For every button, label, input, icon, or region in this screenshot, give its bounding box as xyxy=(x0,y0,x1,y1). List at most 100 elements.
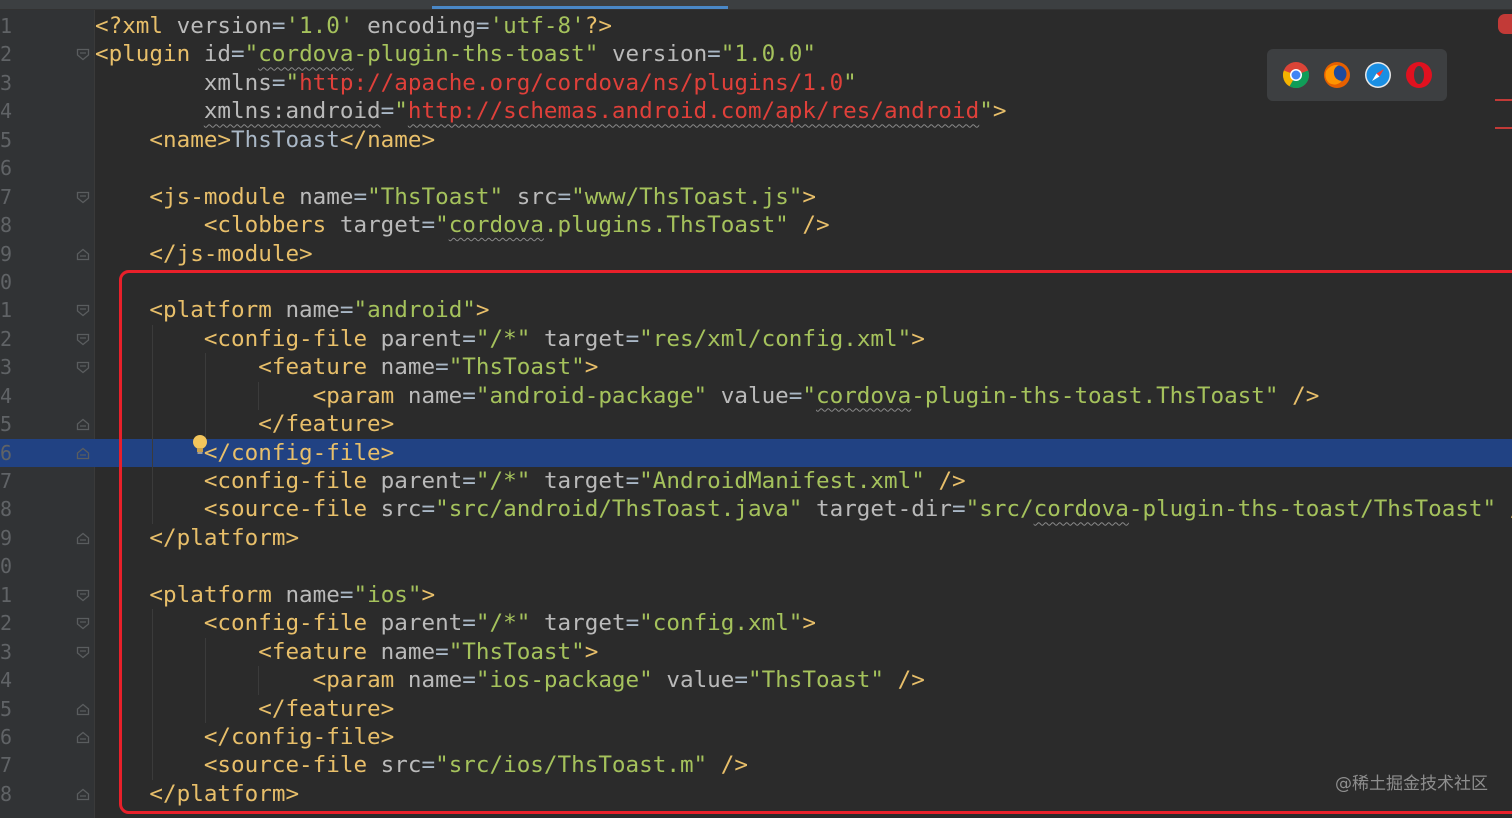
code-token: > xyxy=(992,98,1007,125)
code-line[interactable]: 5 <name>ThsToast</name> xyxy=(0,126,1512,154)
line-number: 0 xyxy=(0,554,13,579)
line-number: 4 xyxy=(0,668,13,693)
code-token: " xyxy=(285,69,300,96)
code-token: </name> xyxy=(339,126,436,153)
code-token: "ThsToast" xyxy=(367,183,504,210)
line-number: 3 xyxy=(0,70,13,95)
fold-toggle-icon[interactable] xyxy=(76,304,90,317)
editor-tab[interactable] xyxy=(0,0,430,9)
code-text[interactable]: <clobbers target="cordova.plugins.ThsToa… xyxy=(95,211,830,239)
opera-icon[interactable] xyxy=(1405,61,1433,89)
code-text[interactable]: xmlns:android="http://schemas.android.co… xyxy=(95,97,1007,125)
line-number: 3 xyxy=(0,639,13,664)
code-line[interactable]: 4 xmlns:android="http://schemas.android.… xyxy=(0,97,1512,125)
fold-toggle-icon[interactable] xyxy=(76,248,90,261)
code-token: = xyxy=(421,212,436,239)
error-marker[interactable] xyxy=(1495,99,1512,101)
line-number: 9 xyxy=(0,241,13,266)
code-text[interactable]: <name>ThsToast</name> xyxy=(95,126,435,154)
fold-toggle-icon[interactable] xyxy=(76,703,90,716)
fold-toggle-icon[interactable] xyxy=(76,418,90,431)
code-line[interactable]: 1 <?xml version='1.0' encoding='utf-8'?> xyxy=(0,12,1512,40)
fold-toggle-icon[interactable] xyxy=(76,191,90,204)
error-indicator-icon[interactable] xyxy=(1498,14,1512,34)
code-token: xmlns:android xyxy=(203,98,381,125)
safari-icon[interactable] xyxy=(1364,61,1392,89)
code-token: = xyxy=(231,41,245,68)
code-token: > xyxy=(802,183,817,210)
line-number: 5 xyxy=(0,696,13,721)
line-number: 6 xyxy=(0,156,13,181)
code-token: "www/ThsToast.js" xyxy=(571,183,803,210)
code-token: </js-module> xyxy=(149,240,313,267)
line-number: 1 xyxy=(0,298,13,323)
error-marker[interactable] xyxy=(1495,127,1512,129)
fold-toggle-icon[interactable] xyxy=(76,617,90,630)
code-token: version xyxy=(176,13,272,39)
code-text[interactable]: <?xml version='1.0' encoding='utf-8'?> xyxy=(95,12,612,40)
code-token: " xyxy=(435,212,449,239)
editor-tab[interactable] xyxy=(730,0,950,9)
code-token: " xyxy=(244,41,259,68)
code-token: http://apache.org/cordova/ns/plugins/1.0 xyxy=(299,69,844,96)
fold-toggle-icon[interactable] xyxy=(76,361,90,374)
fold-toggle-icon[interactable] xyxy=(76,589,90,602)
code-token: <name> xyxy=(149,126,232,153)
fold-toggle-icon[interactable] xyxy=(76,532,90,545)
fold-toggle-icon[interactable] xyxy=(76,788,90,801)
fold-toggle-icon[interactable] xyxy=(76,731,90,744)
fold-toggle-icon[interactable] xyxy=(76,447,90,460)
annotation-highlight-box xyxy=(119,270,1512,814)
code-token: src xyxy=(516,183,558,210)
active-tab-indicator[interactable] xyxy=(432,0,728,9)
browser-preview-bar xyxy=(1267,49,1447,101)
code-line[interactable]: 7 <js-module name="ThsToast" src="www/Th… xyxy=(0,183,1512,211)
fold-toggle-icon[interactable] xyxy=(76,48,90,61)
line-number: 2 xyxy=(0,326,13,351)
line-number: 7 xyxy=(0,753,13,778)
fold-toggle-icon[interactable] xyxy=(76,333,90,346)
fold-toggle-icon[interactable] xyxy=(76,646,90,659)
code-token: http://schemas.android.com/apk/res/andro… xyxy=(407,98,980,125)
line-number: 6 xyxy=(0,440,13,465)
editor-tab-bar[interactable] xyxy=(0,0,1512,10)
editor-tab[interactable] xyxy=(952,0,1112,9)
code-text[interactable]: </js-module> xyxy=(95,240,313,268)
code-token: 'utf-8' xyxy=(489,13,585,39)
code-token: -plugin-ths-toast" xyxy=(353,41,599,68)
code-line[interactable]: 9 </js-module> xyxy=(0,240,1512,268)
line-number: 1 xyxy=(0,14,13,38)
line-number: 4 xyxy=(0,383,13,408)
code-token: name xyxy=(299,183,354,210)
code-text[interactable]: xmlns="http://apache.org/cordova/ns/plug… xyxy=(95,69,857,97)
code-text[interactable]: <js-module name="ThsToast" src="www/ThsT… xyxy=(95,183,816,211)
line-number: 5 xyxy=(0,127,13,152)
code-token: .plugins.ThsToast" xyxy=(543,212,789,239)
line-number: 6 xyxy=(0,724,13,749)
line-number: 8 xyxy=(0,781,13,806)
firefox-icon[interactable] xyxy=(1323,61,1351,89)
code-token: version xyxy=(611,41,708,68)
code-text[interactable]: <plugin id="cordova-plugin-ths-toast" ve… xyxy=(95,40,816,68)
code-token: ThsToast xyxy=(231,126,340,153)
line-number: 7 xyxy=(0,469,13,493)
code-token: xmlns xyxy=(203,69,272,96)
code-token: ?> xyxy=(584,13,612,39)
code-token: = xyxy=(271,13,286,39)
code-token: /> xyxy=(802,212,830,239)
chrome-icon[interactable] xyxy=(1282,61,1310,89)
code-token: = xyxy=(271,69,286,96)
code-token: " xyxy=(979,98,993,125)
code-line[interactable]: 8 <clobbers target="cordova.plugins.ThsT… xyxy=(0,211,1512,239)
code-token: = xyxy=(353,183,368,210)
code-line[interactable]: 6 xyxy=(0,154,1512,182)
line-number: 7 xyxy=(0,184,13,209)
